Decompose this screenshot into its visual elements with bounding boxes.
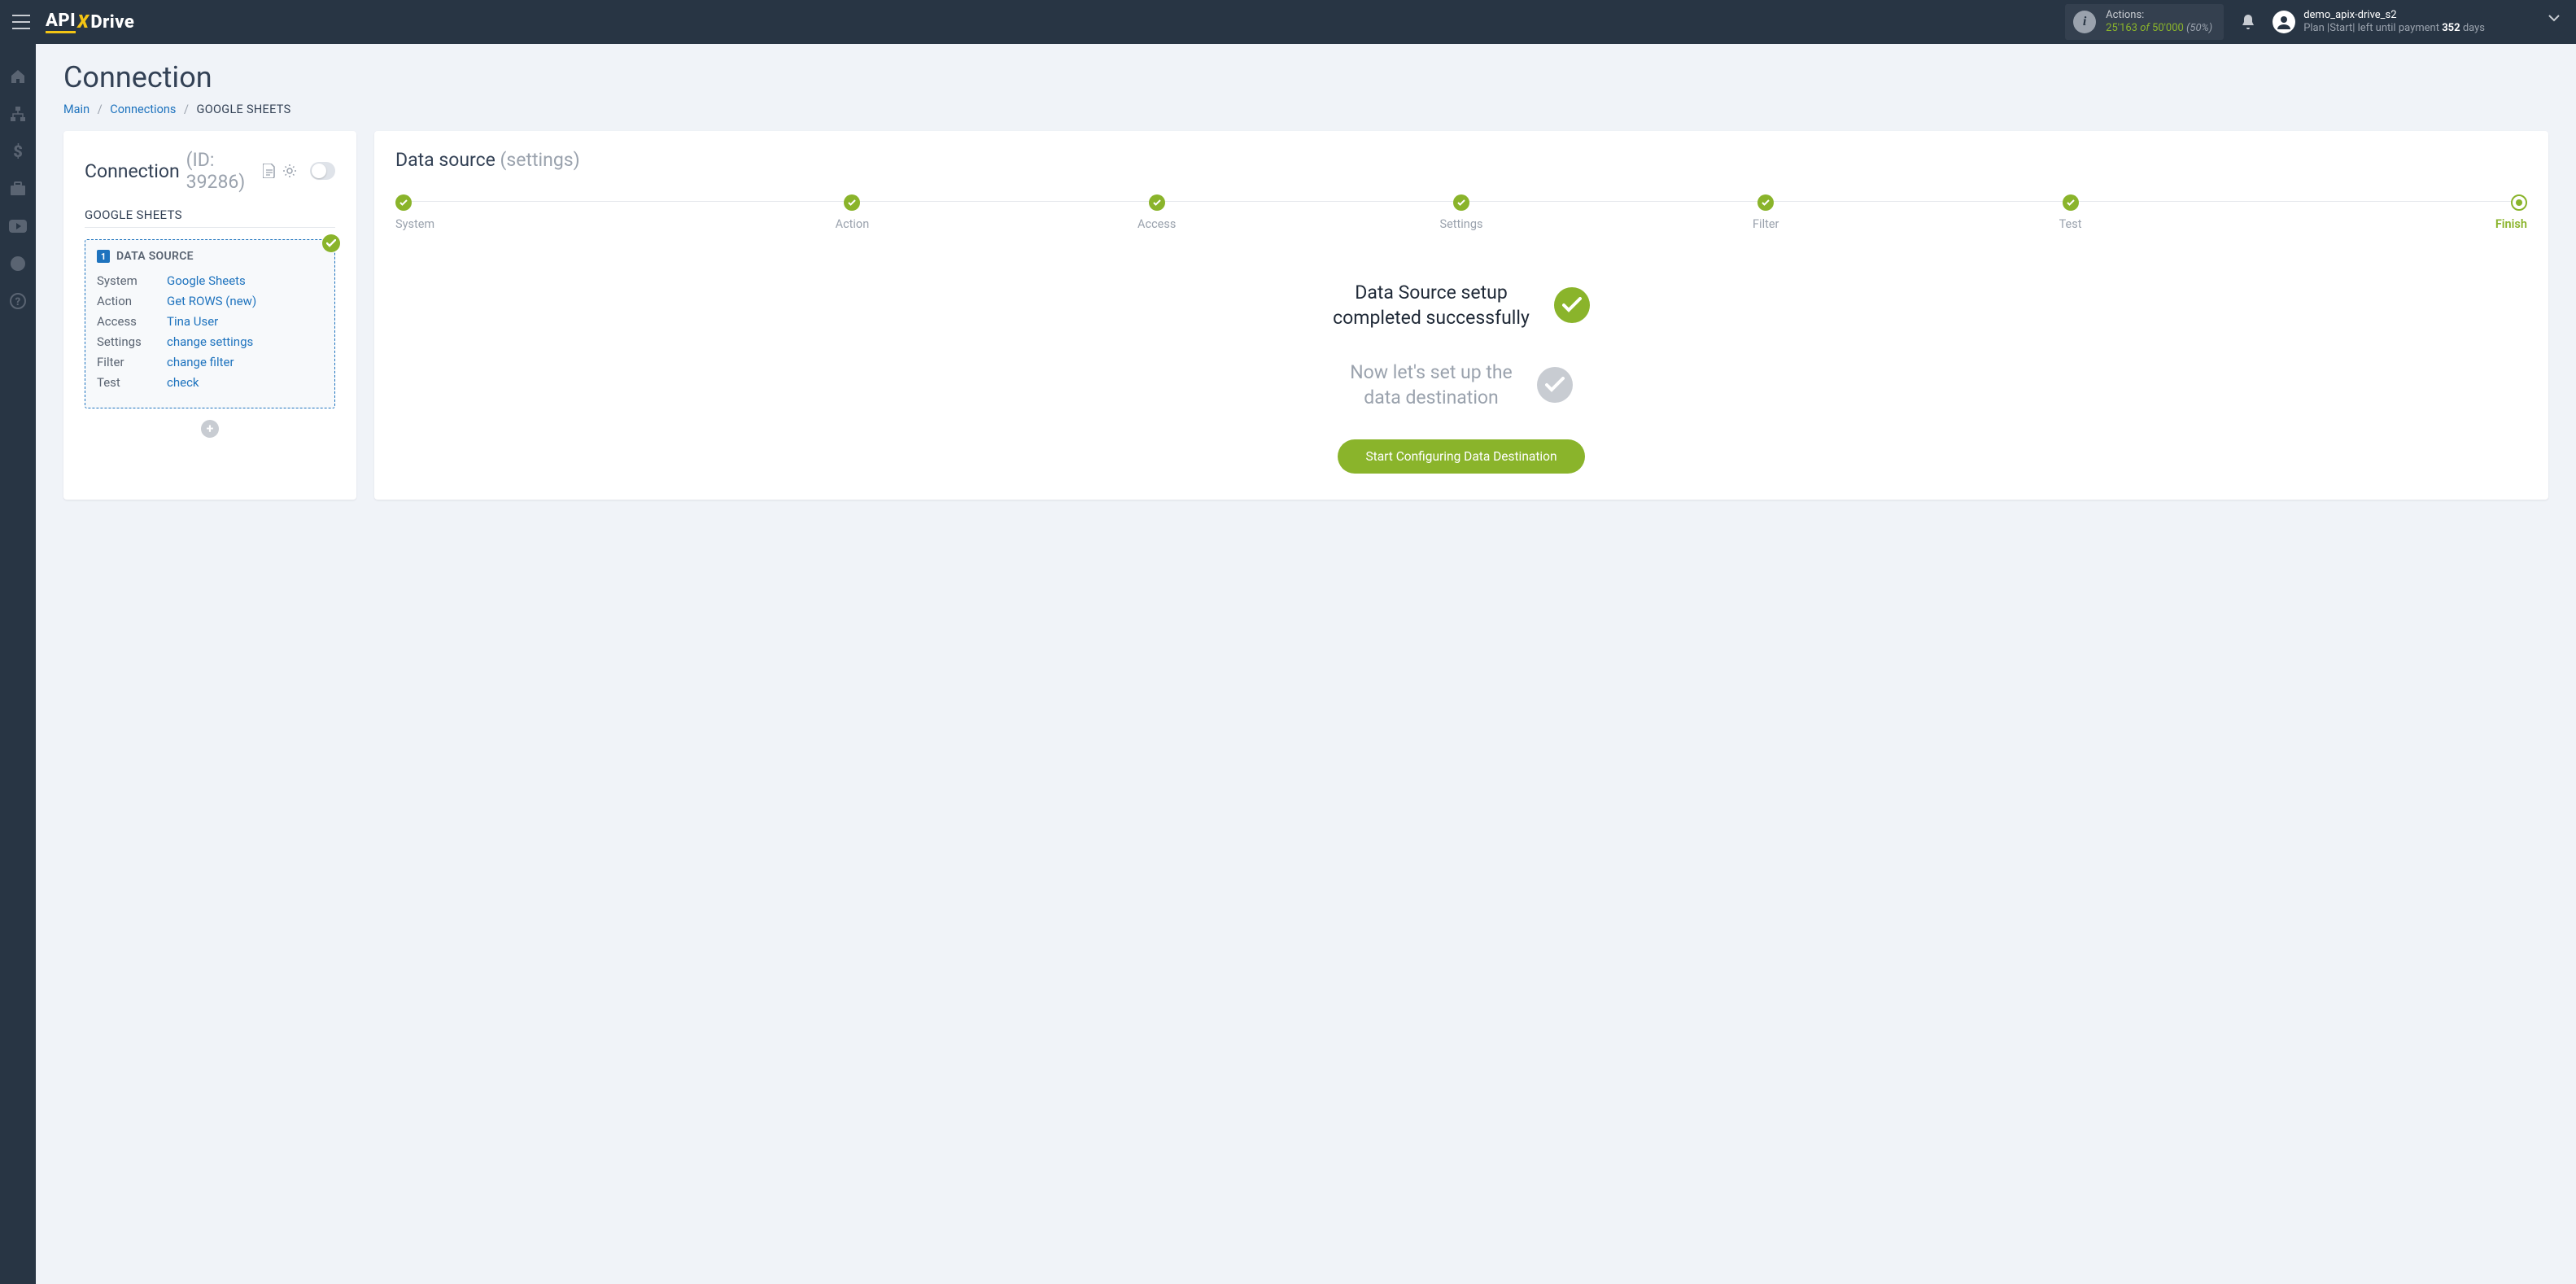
ds-test-link[interactable]: check <box>167 375 199 390</box>
breadcrumb-sep: / <box>98 103 103 116</box>
breadcrumb-current: GOOGLE SHEETS <box>197 103 291 116</box>
ds-access-link[interactable]: Tina User <box>167 314 218 329</box>
data-source-number: 1 <box>97 250 110 263</box>
start-destination-button[interactable]: Start Configuring Data Destination <box>1338 439 1584 474</box>
rail-connections-icon[interactable] <box>8 104 28 124</box>
page-title: Connection <box>63 60 2548 94</box>
actions-of: of <box>2140 22 2150 34</box>
user-text: demo_apix-drive_s2 Plan |Start| left unt… <box>2303 9 2485 36</box>
page-content: Connection Main / Connections / GOOGLE S… <box>36 44 2576 1284</box>
ds-filter-link[interactable]: change filter <box>167 355 234 369</box>
user-days-num: 352 <box>2442 22 2460 34</box>
step-label: Test <box>1918 217 2222 231</box>
connection-id: (ID: 39286) <box>186 149 257 193</box>
rail-briefcase-icon[interactable] <box>8 179 28 199</box>
step-check-icon <box>1757 194 1774 211</box>
data-source-box[interactable]: 1 DATA SOURCE SystemGoogle Sheets Action… <box>85 239 335 408</box>
ds-system-link[interactable]: Google Sheets <box>167 273 246 288</box>
user-avatar-icon <box>2273 11 2295 33</box>
right-card-subtitle: (settings) <box>500 149 580 171</box>
wizard-steps: System Action Access Settings Filter Tes… <box>395 194 2527 231</box>
user-menu[interactable]: demo_apix-drive_s2 Plan |Start| left unt… <box>2273 9 2485 36</box>
breadcrumb-main[interactable]: Main <box>63 103 90 116</box>
divider <box>85 227 335 228</box>
status-text-line: completed successfully <box>1333 305 1530 330</box>
status-text-line: Now let's set up the <box>1350 360 1513 385</box>
ds-row-key: Test <box>97 374 167 391</box>
step-check-icon <box>1149 194 1165 211</box>
menu-icon[interactable] <box>10 11 33 33</box>
right-card-title: Data source <box>395 149 496 171</box>
step-label: Settings <box>1309 217 1613 231</box>
notifications-icon[interactable] <box>2240 13 2256 31</box>
rail-billing-icon[interactable]: $ <box>8 142 28 161</box>
user-days-word: days <box>2463 22 2485 34</box>
step-label: System <box>395 217 700 231</box>
step-check-icon <box>844 194 860 211</box>
breadcrumb: Main / Connections / GOOGLE SHEETS <box>63 103 2548 116</box>
actions-label: Actions: <box>2106 9 2212 22</box>
actions-counter[interactable]: i Actions: 25'163 of 50'000 (50%) <box>2065 4 2224 41</box>
step-label: Filter <box>1613 217 1918 231</box>
logo-text-left: API <box>46 11 76 33</box>
connection-heading: Connection <box>85 160 180 182</box>
check-badge-icon <box>322 234 340 252</box>
step-label: Finish <box>2223 217 2527 231</box>
step-label: Access <box>1005 217 1309 231</box>
user-name: demo_apix-drive_s2 <box>2303 9 2485 22</box>
breadcrumb-connections[interactable]: Connections <box>110 103 176 116</box>
user-plan-prefix: Plan |Start| left until payment <box>2303 22 2439 34</box>
ds-row-key: Action <box>97 293 167 310</box>
logo-text-right: Drive <box>90 12 134 33</box>
actions-pct: (50%) <box>2186 22 2212 34</box>
svg-text:$: $ <box>13 142 23 160</box>
info-icon: i <box>2073 11 2096 33</box>
rail-help-icon[interactable]: ? <box>8 291 28 311</box>
app-logo[interactable]: APIXDrive <box>46 11 134 33</box>
status-next: Now let's set up the data destination <box>395 360 2527 410</box>
app-header: APIXDrive i Actions: 25'163 of 50'000 (5… <box>0 0 2576 44</box>
step-label: Action <box>700 217 1004 231</box>
chevron-down-icon[interactable] <box>2548 15 2560 23</box>
status-text-line: Data Source setup <box>1333 280 1530 305</box>
actions-used: 25'163 <box>2106 22 2137 34</box>
connection-subtitle: GOOGLE SHEETS <box>85 207 335 222</box>
data-source-settings-card: Data source (settings) System Action Acc… <box>374 131 2548 500</box>
status-text-line: data destination <box>1350 385 1513 410</box>
ds-action-link[interactable]: Get ROWS (new) <box>167 294 256 308</box>
step-check-icon <box>1453 194 1469 211</box>
ds-row-key: Access <box>97 313 167 330</box>
pending-check-icon <box>1537 367 1573 403</box>
step-current-icon <box>2511 194 2527 211</box>
sidebar-rail: $ ? <box>0 44 36 1284</box>
ds-row-key: System <box>97 273 167 290</box>
logo-x-icon: X <box>77 12 89 33</box>
add-button[interactable]: + <box>201 420 219 438</box>
rail-account-icon[interactable] <box>8 254 28 273</box>
status-complete: Data Source setup completed successfully <box>395 280 2527 330</box>
rail-video-icon[interactable] <box>8 216 28 236</box>
actions-text: Actions: 25'163 of 50'000 (50%) <box>2106 9 2212 36</box>
breadcrumb-sep: / <box>184 103 189 116</box>
ds-row-key: Filter <box>97 354 167 371</box>
ds-row-key: Settings <box>97 334 167 351</box>
connection-toggle[interactable] <box>310 162 335 180</box>
rail-home-icon[interactable] <box>8 67 28 86</box>
connection-summary-card: Connection (ID: 39286) GOOGLE SHEETS 1 D… <box>63 131 356 500</box>
svg-text:?: ? <box>15 296 21 308</box>
data-source-title: DATA SOURCE <box>116 250 194 263</box>
step-check-icon <box>395 194 412 211</box>
gear-icon[interactable] <box>282 164 297 178</box>
success-check-icon <box>1554 287 1590 323</box>
file-icon[interactable] <box>263 164 276 178</box>
ds-settings-link[interactable]: change settings <box>167 334 253 349</box>
actions-total: 50'000 <box>2152 22 2184 34</box>
step-check-icon <box>2063 194 2079 211</box>
